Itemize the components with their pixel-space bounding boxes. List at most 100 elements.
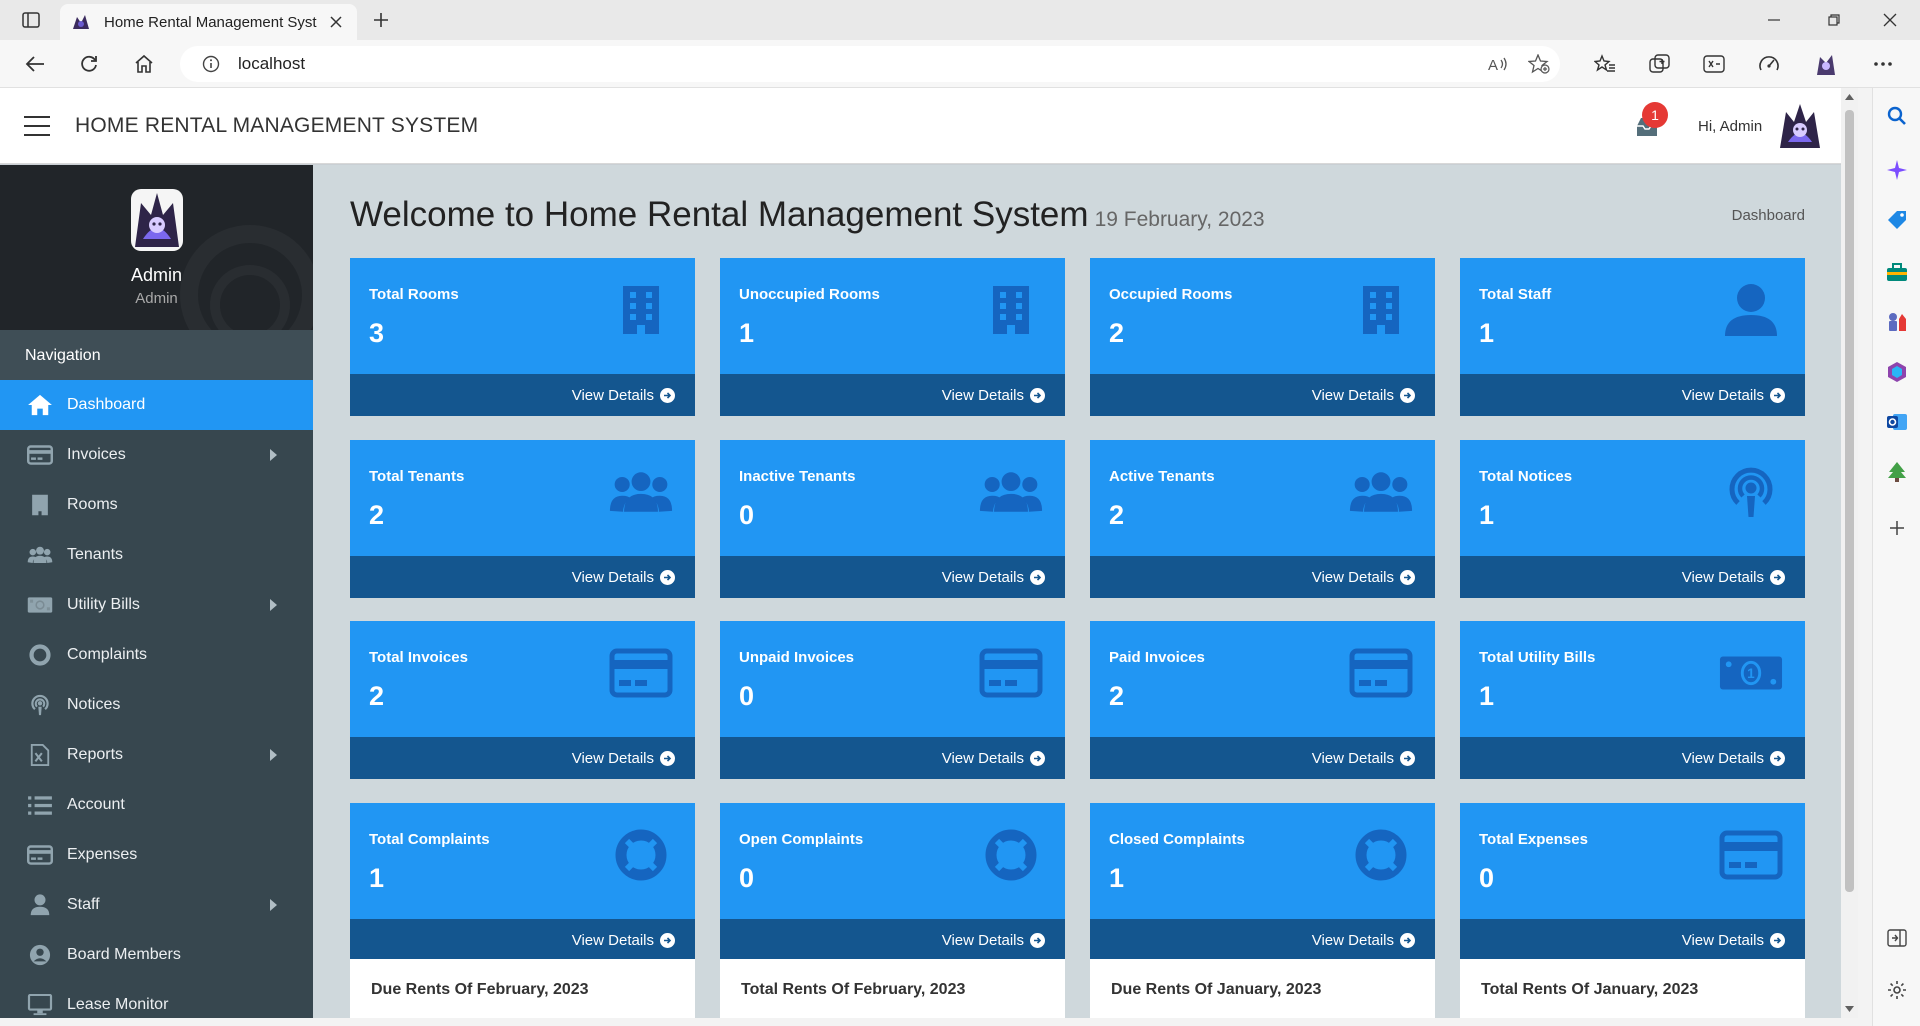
tab-actions-icon xyxy=(22,12,40,28)
users-icon xyxy=(979,464,1043,520)
sidebar-item-staff[interactable]: Staff xyxy=(0,880,313,930)
browser-tab[interactable]: Home Rental Management System xyxy=(60,4,357,40)
stat-card-label: Paid Invoices xyxy=(1109,649,1205,666)
view-details-label: View Details xyxy=(571,568,654,586)
view-details-link[interactable]: View Details xyxy=(1460,374,1805,416)
search-icon[interactable] xyxy=(1885,104,1909,128)
more-options-icon[interactable] xyxy=(1866,48,1900,80)
tab-actions-button[interactable] xyxy=(14,7,48,33)
tools-briefcase-icon[interactable] xyxy=(1885,261,1909,285)
breadcrumb[interactable]: Dashboard xyxy=(1732,207,1805,224)
sidebar-item-lease-monitor[interactable]: Lease Monitor xyxy=(0,980,313,1018)
user-avatar[interactable] xyxy=(1778,102,1822,150)
tree-icon[interactable] xyxy=(1885,460,1909,484)
scroll-thumb[interactable] xyxy=(1845,110,1854,892)
minimize-icon[interactable] xyxy=(1746,0,1802,40)
users-icon xyxy=(1349,464,1413,520)
scroll-down-icon[interactable] xyxy=(1845,1004,1854,1014)
menu-toggle-icon[interactable] xyxy=(24,116,50,136)
user-greeting[interactable]: Hi, Admin xyxy=(1698,118,1762,135)
favorites-icon[interactable] xyxy=(1588,48,1622,80)
sidebar-item-board-members[interactable]: Board Members xyxy=(0,930,313,980)
user-icon xyxy=(1719,282,1783,338)
url-text: localhost xyxy=(238,54,306,73)
back-icon[interactable] xyxy=(18,48,52,80)
file-excel-icon xyxy=(25,743,55,767)
stat-card-occupied-rooms: Occupied Rooms 2 View Details xyxy=(1090,258,1435,416)
tab-close-icon[interactable] xyxy=(325,11,347,33)
sidebar-item-account[interactable]: Account xyxy=(0,780,313,830)
view-details-link[interactable]: View Details xyxy=(1460,919,1805,961)
view-details-link[interactable]: View Details xyxy=(350,374,695,416)
scroll-up-icon[interactable] xyxy=(1845,92,1854,102)
shopping-tag-icon[interactable] xyxy=(1885,208,1909,232)
hide-sidebar-icon[interactable] xyxy=(1885,926,1909,950)
add-favorite-icon[interactable] xyxy=(1525,54,1553,74)
credit-card-icon xyxy=(1349,645,1413,701)
users-icon xyxy=(609,464,673,520)
view-details-link[interactable]: View Details xyxy=(1460,556,1805,598)
view-details-link[interactable]: View Details xyxy=(720,919,1065,961)
refresh-icon[interactable] xyxy=(72,48,106,80)
restore-icon[interactable] xyxy=(1806,0,1862,40)
site-info-icon[interactable] xyxy=(202,55,220,73)
stat-card-closed-complaints: Closed Complaints 1 View Details xyxy=(1090,803,1435,961)
profile-avatar-icon[interactable] xyxy=(1809,48,1843,80)
page-scrollbar[interactable] xyxy=(1841,88,1858,1018)
stat-card-value: 3 xyxy=(369,318,385,348)
sidebar-item-reports[interactable]: Reports xyxy=(0,730,313,780)
view-details-link[interactable]: View Details xyxy=(1090,556,1435,598)
sidebar-item-invoices[interactable]: Invoices xyxy=(0,430,313,480)
settings-gear-icon[interactable] xyxy=(1885,978,1909,1002)
view-details-link[interactable]: View Details xyxy=(1460,737,1805,779)
sidebar-item-notices[interactable]: Notices xyxy=(0,680,313,730)
users-icon xyxy=(25,543,55,567)
caret-right-icon xyxy=(270,749,277,761)
view-details-link[interactable]: View Details xyxy=(720,556,1065,598)
new-tab-icon[interactable] xyxy=(366,6,396,34)
credit-card-icon xyxy=(1719,827,1783,883)
stat-card-open-complaints: Open Complaints 0 View Details xyxy=(720,803,1065,961)
read-aloud-icon[interactable]: A xyxy=(1484,54,1512,74)
sidebar-item-dashboard[interactable]: Dashboard xyxy=(0,380,313,430)
view-details-link[interactable]: View Details xyxy=(350,737,695,779)
stat-card-total-complaints: Total Complaints 1 View Details xyxy=(350,803,695,961)
copilot-icon[interactable] xyxy=(1885,158,1909,182)
credit-card-icon xyxy=(609,645,673,701)
performance-icon[interactable] xyxy=(1752,48,1786,80)
games-chess-icon[interactable] xyxy=(1885,310,1909,334)
sidebar: Admin Admin Navigation Dashboard Invoices… xyxy=(0,165,313,1018)
stat-card-label: Unpaid Invoices xyxy=(739,649,855,666)
user-icon xyxy=(25,893,55,917)
sidebar-item-expenses[interactable]: Expenses xyxy=(0,830,313,880)
view-details-label: View Details xyxy=(941,931,1024,949)
money-bill-icon xyxy=(25,593,55,617)
stat-card-value: 1 xyxy=(1479,681,1495,711)
profile-role: Admin xyxy=(135,290,178,307)
sidebar-item-complaints[interactable]: Complaints xyxy=(0,630,313,680)
outlook-icon[interactable] xyxy=(1885,410,1909,434)
sidebar-item-tenants[interactable]: Tenants xyxy=(0,530,313,580)
view-details-link[interactable]: View Details xyxy=(1090,919,1435,961)
sidebar-item-label: Notices xyxy=(67,696,121,713)
address-bar: localhost A xyxy=(0,40,1920,88)
add-sidebar-app-icon[interactable] xyxy=(1885,516,1909,540)
view-details-link[interactable]: View Details xyxy=(720,737,1065,779)
view-details-label: View Details xyxy=(1311,749,1394,767)
sidebar-item-label: Tenants xyxy=(67,546,124,563)
sidebar-item-utility-bills[interactable]: Utility Bills xyxy=(0,580,313,630)
home-browser-icon[interactable] xyxy=(127,48,161,80)
view-details-link[interactable]: View Details xyxy=(720,374,1065,416)
url-bar[interactable]: localhost A xyxy=(180,46,1560,82)
stat-card-value: 2 xyxy=(1109,681,1125,711)
microsoft-365-icon[interactable] xyxy=(1885,360,1909,384)
profile-name: Admin xyxy=(130,265,183,285)
view-details-link[interactable]: View Details xyxy=(350,919,695,961)
view-details-link[interactable]: View Details xyxy=(1090,374,1435,416)
window-close-icon[interactable] xyxy=(1862,0,1918,40)
view-details-link[interactable]: View Details xyxy=(1090,737,1435,779)
math-solver-icon[interactable] xyxy=(1697,48,1731,80)
collections-icon[interactable] xyxy=(1643,48,1677,80)
sidebar-item-rooms[interactable]: Rooms xyxy=(0,480,313,530)
view-details-link[interactable]: View Details xyxy=(350,556,695,598)
